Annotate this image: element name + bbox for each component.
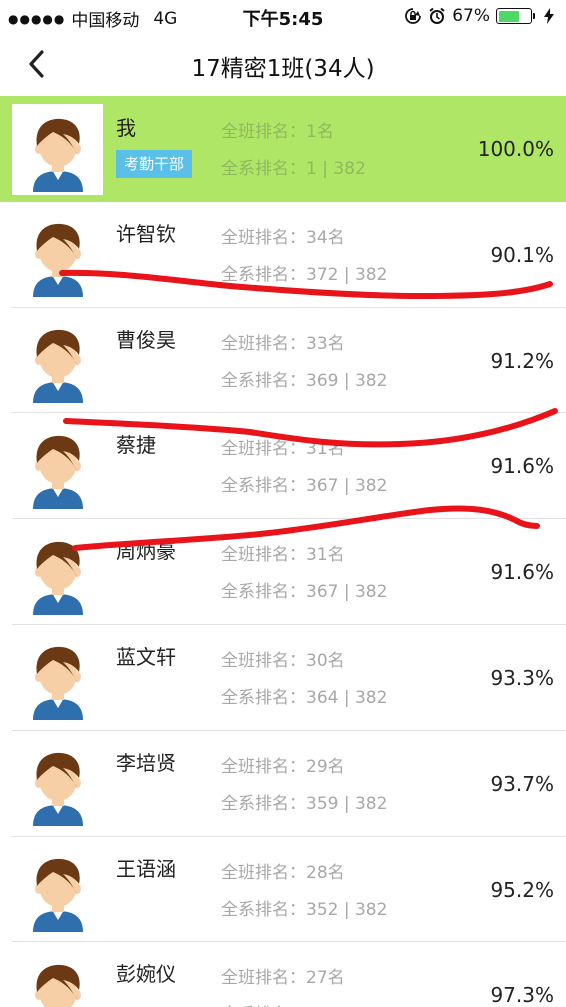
class-rank: 全班排名：31名: [221, 545, 345, 566]
attendance-percent: 93.7%: [490, 771, 554, 796]
attendance-percent: 91.6%: [490, 454, 554, 479]
avatar-icon: [32, 541, 83, 615]
class-rank: 全班排名：31名: [221, 439, 345, 460]
student-row[interactable]: 周炳豪 全班排名：31名全系排名：367 | 382 91.6%: [0, 519, 566, 625]
department-rank: 全系排名：359 | 382: [221, 793, 388, 814]
student-name: 彭婉仪: [116, 962, 176, 987]
student-row[interactable]: 李培贤 全班排名：29名全系排名：359 | 382 93.7%: [0, 730, 566, 837]
student-row[interactable]: 蓝文轩 全班排名：30名全系排名：364 | 382 93.3%: [0, 624, 566, 731]
student-name: 蔡捷: [116, 433, 156, 458]
department-rank: 全系排名：372 | 382: [221, 264, 388, 285]
department-rank: 全系排名：352 | 382: [221, 899, 388, 920]
student-row[interactable]: 许智钦 全班排名：34名全系排名：372 | 382 90.1%: [0, 201, 566, 308]
avatar: [12, 210, 103, 301]
avatar-icon: [32, 330, 83, 404]
avatar-icon: [32, 753, 83, 827]
battery-icon: [496, 8, 535, 24]
student-name: 周炳豪: [116, 539, 176, 564]
avatar: [12, 527, 103, 618]
battery-percent: 67%: [452, 6, 490, 26]
class-rank: 全班排名：34名: [221, 227, 345, 248]
avatar-icon: [32, 224, 83, 298]
student-name: 李培贤: [116, 750, 176, 775]
department-rank: 全系排名：367 | 382: [221, 582, 388, 603]
avatar: [12, 316, 103, 407]
status-right: 67%: [404, 6, 558, 26]
avatar-icon: [32, 647, 83, 721]
avatar: [12, 104, 103, 195]
class-rank: 全班排名：1名: [221, 122, 334, 142]
avatar: [12, 421, 103, 512]
avatar-icon: [32, 118, 83, 192]
class-rank: 全班排名：29名: [221, 756, 345, 777]
student-row[interactable]: 彭婉仪 全班排名：27名全系排名：341 | 382 97.3%: [0, 942, 566, 1007]
class-rank: 全班排名：27名: [221, 968, 345, 989]
alarm-icon: [428, 7, 446, 25]
class-rank: 全班排名：33名: [221, 333, 345, 354]
attendance-percent: 91.2%: [490, 348, 554, 373]
student-name: 王语涵: [116, 856, 176, 881]
student-row[interactable]: 蔡捷 全班排名：31名全系排名：367 | 382 91.6%: [0, 413, 566, 520]
student-row-self[interactable]: 我考勤干部 全班排名：1名全系排名：1 | 382 100.0%: [0, 96, 566, 202]
page-title: 17精密1班(34人): [191, 56, 375, 82]
student-name: 曹俊昊: [116, 327, 176, 352]
avatar: [12, 633, 103, 724]
class-rank: 全班排名：28名: [221, 862, 345, 883]
student-row[interactable]: 曹俊昊 全班排名：33名全系排名：369 | 382 91.2%: [0, 307, 566, 414]
avatar-icon: [32, 435, 83, 509]
class-rank: 全班排名：30名: [221, 650, 345, 671]
role-badge: 考勤干部: [116, 150, 193, 178]
department-rank: 全系排名：1 | 382: [221, 159, 366, 179]
student-row[interactable]: 王语涵 全班排名：28名全系排名：352 | 382 95.2%: [0, 836, 566, 943]
student-list: 我考勤干部 全班排名：1名 全系排名：1 | 382 100.0% 许智钦 全班排名：3…: [0, 96, 566, 1007]
avatar: [12, 950, 103, 1007]
avatar-icon: [32, 859, 83, 933]
status-bar: ●●●●● 中国移动 4G 下午5:45 67%: [0, 0, 566, 32]
attendance-percent: 91.6%: [490, 560, 554, 585]
department-rank: 全系排名：341 | 382: [221, 1000, 387, 1007]
student-name: 蓝文轩: [116, 644, 176, 669]
attendance-percent: 95.2%: [490, 877, 554, 902]
student-name: 我: [116, 116, 136, 140]
attendance-percent: 97.3%: [490, 983, 554, 1007]
avatar: [12, 845, 103, 936]
department-rank: 全系排名：369 | 382: [221, 370, 388, 391]
nav-bar: 17精密1班(34人): [0, 32, 566, 96]
avatar-icon: [34, 964, 81, 1007]
charging-icon: [540, 7, 558, 25]
avatar: [12, 739, 103, 830]
rotation-lock-icon: [404, 7, 422, 25]
attendance-percent: 100.0%: [477, 137, 554, 161]
attendance-percent: 93.3%: [490, 665, 554, 690]
student-name: 许智钦: [116, 221, 176, 246]
department-rank: 全系排名：364 | 382: [221, 687, 388, 708]
department-rank: 全系排名：367 | 382: [221, 476, 388, 497]
battery-fill: [498, 10, 520, 22]
attendance-percent: 90.1%: [490, 242, 554, 267]
